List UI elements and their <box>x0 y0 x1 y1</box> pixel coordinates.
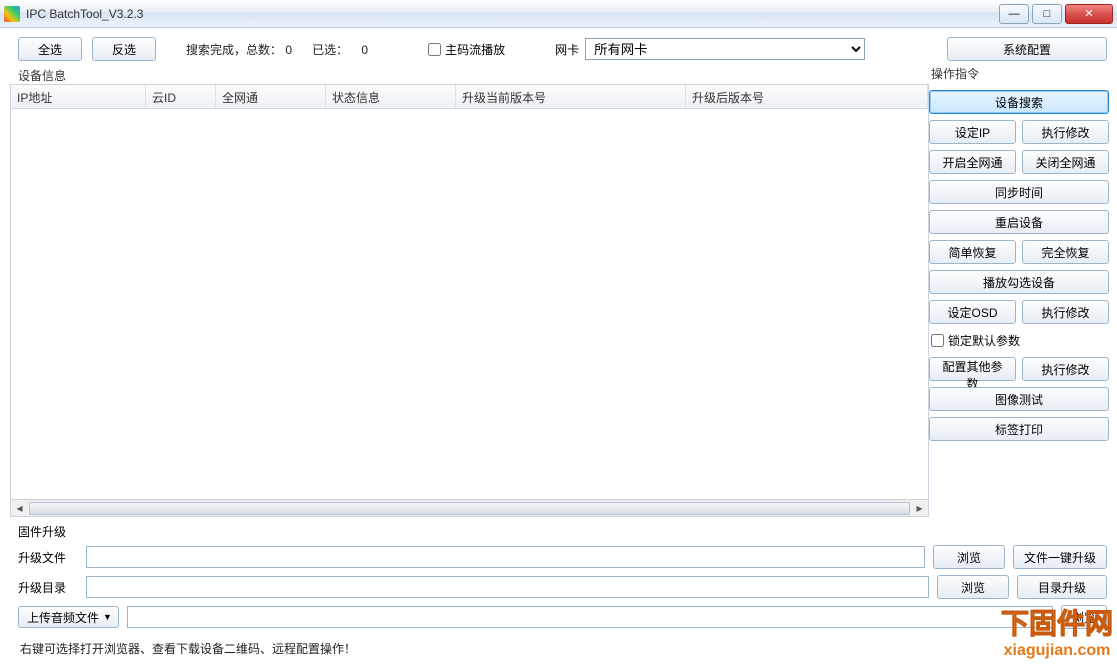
mainstream-label: 主码流播放 <box>445 41 505 58</box>
col-status[interactable]: 状态信息 <box>326 85 456 108</box>
set-osd-button[interactable]: 设定OSD <box>929 300 1016 324</box>
device-search-button[interactable]: 设备搜索 <box>929 90 1109 114</box>
maximize-button[interactable]: □ <box>1032 4 1062 24</box>
lock-default-wrap[interactable]: 锁定默认参数 <box>929 330 1109 351</box>
close-allnet-button[interactable]: 关闭全网通 <box>1022 150 1109 174</box>
selected-count: 0 <box>361 43 368 57</box>
upgrade-dir-input[interactable] <box>86 576 929 598</box>
mainstream-checkbox[interactable] <box>428 43 441 56</box>
upgrade-dir-row: 升级目录 浏览 目录升级 <box>8 572 1109 602</box>
system-config-button[interactable]: 系统配置 <box>947 37 1107 61</box>
footer-tip: 右键可选择打开浏览器、查看下载设备二维码、远程配置操作！ <box>8 632 1109 659</box>
upload-audio-label: 上传音频文件 <box>27 609 99 626</box>
upgrade-file-row: 升级文件 浏览 文件一键升级 <box>8 542 1109 572</box>
top-toolbar: 全选 反选 搜索完成，总数： 0 已选： 0 主码流播放 网卡 所有网卡 系统配… <box>8 33 1109 65</box>
lock-default-label: 锁定默认参数 <box>948 332 1020 349</box>
col-allnet[interactable]: 全网通 <box>216 85 326 108</box>
horizontal-scrollbar[interactable]: ◂ ▸ <box>11 499 928 516</box>
selected-label: 已选： <box>312 43 348 57</box>
scroll-right-icon[interactable]: ▸ <box>911 501 928 516</box>
scroll-thumb[interactable] <box>29 502 910 515</box>
mainstream-checkbox-wrap[interactable]: 主码流播放 <box>428 41 505 58</box>
chevron-down-icon: ▼ <box>103 612 112 622</box>
dir-upgrade-button[interactable]: 目录升级 <box>1017 575 1107 599</box>
app-icon <box>4 6 20 22</box>
play-selected-button[interactable]: 播放勾选设备 <box>929 270 1109 294</box>
nic-label: 网卡 <box>555 41 579 58</box>
titlebar: IPC BatchTool_V3.2.3 — □ ✕ <box>0 0 1117 28</box>
config-other-button[interactable]: 配置其他参数 <box>929 357 1016 381</box>
upgrade-file-input[interactable] <box>86 546 925 568</box>
nic-wrap: 网卡 所有网卡 <box>555 38 865 60</box>
window-controls: — □ ✕ <box>996 4 1113 24</box>
invert-select-button[interactable]: 反选 <box>92 37 156 61</box>
close-button[interactable]: ✕ <box>1065 4 1113 24</box>
upload-audio-dropdown[interactable]: 上传音频文件 ▼ <box>18 606 119 628</box>
upgrade-file-label: 升级文件 <box>18 549 78 566</box>
lock-default-checkbox[interactable] <box>931 334 944 347</box>
full-restore-button[interactable]: 完全恢复 <box>1022 240 1109 264</box>
minimize-button[interactable]: — <box>999 4 1029 24</box>
device-info-label: 设备信息 <box>8 65 929 84</box>
col-cloudid[interactable]: 云ID <box>146 85 216 108</box>
exec-modify-button-3[interactable]: 执行修改 <box>1022 357 1109 381</box>
one-key-upgrade-button[interactable]: 文件一键升级 <box>1013 545 1107 569</box>
browse-audio-button[interactable]: 浏览 <box>1061 605 1107 629</box>
ops-label: 操作指令 <box>929 65 1109 84</box>
image-test-button[interactable]: 图像测试 <box>929 387 1109 411</box>
col-new-ver[interactable]: 升级后版本号 <box>686 85 928 108</box>
search-status: 搜索完成，总数： 0 已选： 0 <box>186 41 368 58</box>
nic-select[interactable]: 所有网卡 <box>585 38 865 60</box>
scroll-left-icon[interactable]: ◂ <box>11 501 28 516</box>
total-count: 0 <box>285 43 292 57</box>
table-body[interactable] <box>11 109 928 499</box>
firmware-label: 固件升级 <box>8 517 1109 542</box>
browse-file-button[interactable]: 浏览 <box>933 545 1005 569</box>
label-print-button[interactable]: 标签打印 <box>929 417 1109 441</box>
exec-modify-button-1[interactable]: 执行修改 <box>1022 120 1109 144</box>
browse-dir-button[interactable]: 浏览 <box>937 575 1009 599</box>
col-ip[interactable]: IP地址 <box>11 85 146 108</box>
open-allnet-button[interactable]: 开启全网通 <box>929 150 1016 174</box>
sync-time-button[interactable]: 同步时间 <box>929 180 1109 204</box>
device-table: IP地址 云ID 全网通 状态信息 升级当前版本号 升级后版本号 ◂ ▸ <box>10 84 929 517</box>
reboot-device-button[interactable]: 重启设备 <box>929 210 1109 234</box>
select-all-button[interactable]: 全选 <box>18 37 82 61</box>
upload-audio-input[interactable] <box>127 606 1053 628</box>
exec-modify-button-2[interactable]: 执行修改 <box>1022 300 1109 324</box>
table-header: IP地址 云ID 全网通 状态信息 升级当前版本号 升级后版本号 <box>11 85 928 109</box>
set-ip-button[interactable]: 设定IP <box>929 120 1016 144</box>
simple-restore-button[interactable]: 简单恢复 <box>929 240 1016 264</box>
upgrade-dir-label: 升级目录 <box>18 579 78 596</box>
upload-audio-row: 上传音频文件 ▼ 浏览 <box>8 602 1109 632</box>
window-title: IPC BatchTool_V3.2.3 <box>26 7 143 21</box>
operations-panel: 操作指令 设备搜索 设定IP 执行修改 开启全网通 关闭全网通 同步时间 重启设… <box>929 65 1109 517</box>
col-cur-ver[interactable]: 升级当前版本号 <box>456 85 686 108</box>
search-done-label: 搜索完成，总数： <box>186 43 282 57</box>
